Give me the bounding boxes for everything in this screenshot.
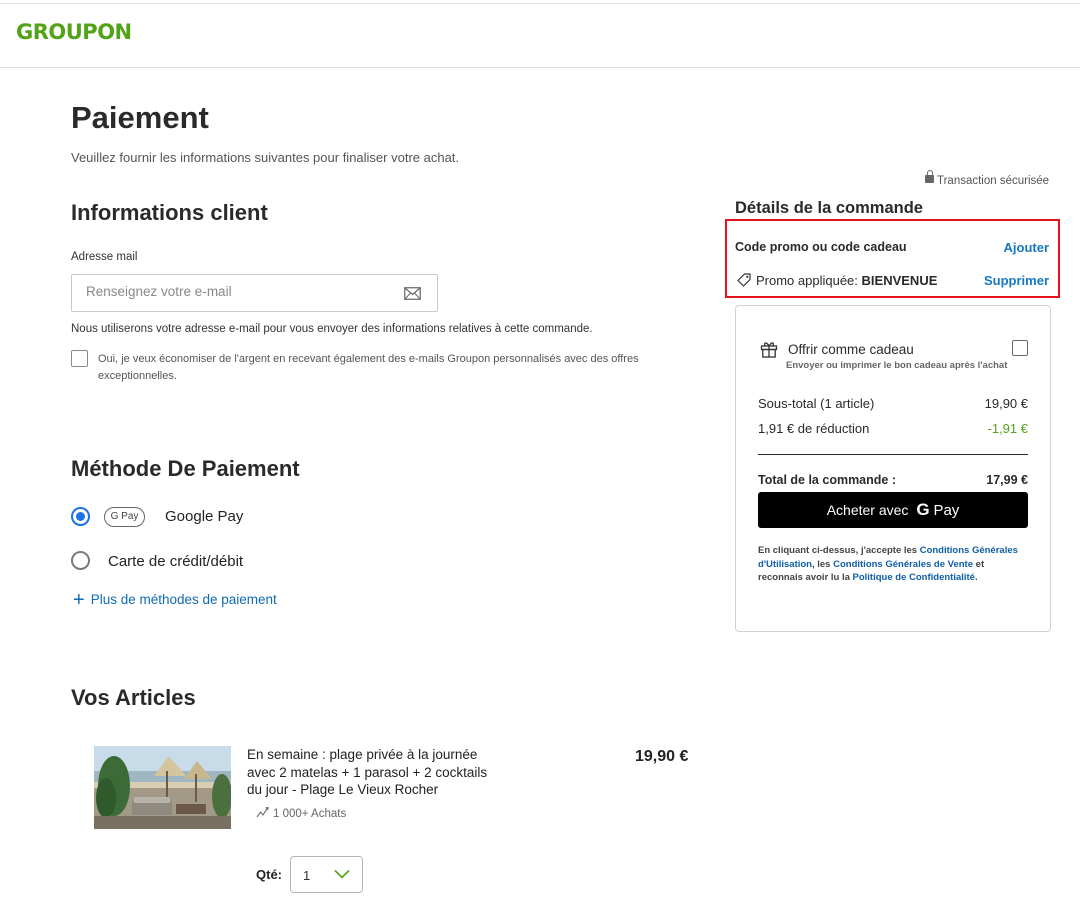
total-value: 17,99 € [986, 473, 1028, 487]
privacy-policy-link[interactable]: Politique de Confidentialité [853, 572, 975, 583]
item-purchases-label: 1 000+ Achats [273, 808, 347, 820]
quantity-select[interactable]: 1 [290, 856, 363, 893]
trend-icon [256, 806, 269, 818]
email-input[interactable] [86, 284, 386, 299]
promo-highlight-box: Code promo ou code cadeau Ajouter Promo … [725, 219, 1060, 298]
legal-text: En cliquant ci-dessus, j'accepte les Con… [758, 544, 1028, 585]
gift-option-label: Offrir comme cadeau [788, 342, 914, 357]
buy-button-label: Acheter avec [826, 502, 909, 518]
optin-checkbox[interactable] [71, 350, 88, 367]
your-items-title: Vos Articles [71, 685, 196, 710]
card-radio[interactable] [71, 551, 90, 570]
lock-icon [925, 170, 934, 183]
email-note: Nous utiliserons votre adresse e-mail po… [71, 323, 593, 335]
item-title[interactable]: En semaine : plage privée à la journée a… [247, 746, 502, 799]
buy-with-google-pay-button[interactable]: Acheter avec G Pay [758, 492, 1028, 528]
gift-option-subtext: Envoyer ou imprimer le bon cadeau après … [786, 360, 1008, 371]
card-label[interactable]: Carte de crédit/débit [108, 553, 243, 570]
total-row: Total de la commande : 17,99 € [758, 473, 1028, 487]
subtotal-value: 19,90 € [984, 396, 1028, 411]
tag-icon [737, 273, 751, 287]
page-title: Paiement [71, 100, 209, 135]
groupon-logo[interactable]: GROUPON [16, 20, 132, 44]
legal-text-1: En cliquant ci-dessus, j'accepte les [758, 545, 920, 556]
subtotal-label: Sous-total (1 article) [758, 396, 875, 411]
pay-label: Pay [933, 502, 960, 519]
gift-icon [760, 342, 778, 358]
promo-applied-label: Promo appliquée: [756, 273, 858, 288]
secure-label: Transaction sécurisée [937, 175, 1050, 187]
google-g-icon: G [916, 500, 930, 519]
item-thumbnail [94, 746, 231, 829]
quantity-label: Qté: [256, 867, 282, 882]
google-pay-label[interactable]: Google Pay [165, 508, 243, 525]
item-price: 19,90 € [635, 748, 689, 765]
legal-text-2: , les [811, 558, 834, 570]
customer-info-title: Informations client [71, 200, 268, 225]
legal-text-4: . [974, 572, 978, 584]
order-details-title: Détails de la commande [735, 199, 923, 217]
remove-promo-link[interactable]: Supprimer [984, 273, 1049, 288]
optin-label: Oui, je veux économiser de l'argent en r… [98, 353, 639, 382]
google-pay-badge-icon: G Pay [104, 507, 145, 527]
discount-label: 1,91 € de réduction [758, 421, 870, 436]
plus-icon: + [73, 589, 85, 611]
google-pay-radio[interactable] [71, 507, 90, 526]
discount-value: -1,91 € [987, 421, 1028, 436]
payment-method-title: Méthode De Paiement [71, 456, 300, 481]
item-purchases: 1 000+ Achats [256, 806, 346, 820]
add-promo-link[interactable]: Ajouter [1004, 240, 1050, 255]
email-field[interactable] [71, 274, 438, 312]
discount-row: 1,91 € de réduction -1,91 € [758, 421, 1028, 436]
summary-divider [758, 454, 1028, 455]
promo-code-label: Code promo ou code cadeau [735, 240, 907, 254]
promo-applied: Promo appliquée: BIENVENUE [737, 273, 937, 288]
more-payment-methods-link[interactable]: + Plus de méthodes de paiement [73, 587, 277, 611]
page-subtitle: Veuillez fournir les informations suivan… [71, 150, 460, 165]
total-label: Total de la commande : [758, 473, 896, 487]
quantity-value: 1 [303, 868, 311, 883]
more-payment-methods-label: Plus de méthodes de paiement [90, 592, 277, 607]
envelope-icon [404, 287, 421, 300]
email-label: Adresse mail [71, 251, 138, 263]
terms-of-sale-link[interactable]: Conditions Générales de Vente [833, 559, 973, 570]
promo-code-value: BIENVENUE [861, 273, 938, 288]
subtotal-row: Sous-total (1 article) 19,90 € [758, 396, 1028, 411]
header: GROUPON [0, 4, 1080, 68]
secure-transaction: Transaction sécurisée [925, 170, 1050, 187]
gift-checkbox[interactable] [1012, 340, 1028, 356]
order-summary-card: Offrir comme cadeau Envoyer ou imprimer … [735, 305, 1051, 632]
chevron-down-icon [334, 869, 350, 879]
